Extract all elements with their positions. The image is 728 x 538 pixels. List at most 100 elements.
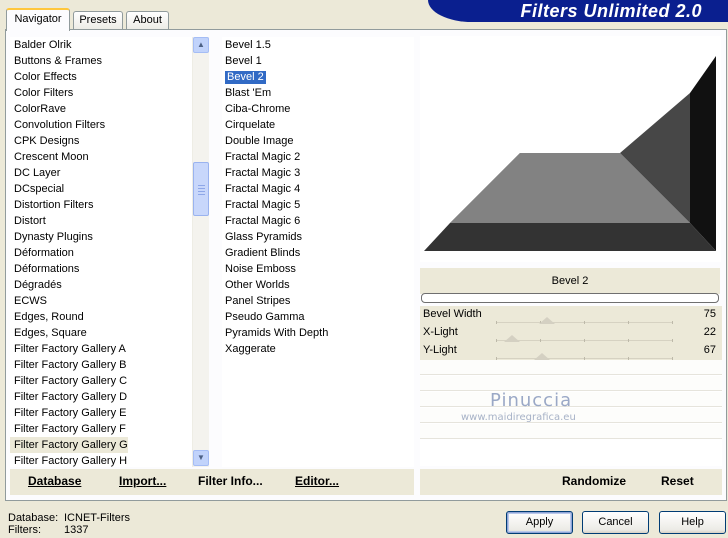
database-value: ICNET-Filters bbox=[64, 512, 130, 524]
filter-item[interactable]: Panel Stripes bbox=[222, 293, 414, 309]
randomize-button[interactable]: Randomize bbox=[562, 474, 626, 488]
category-item[interactable]: DCspecial bbox=[10, 181, 194, 197]
filter-item[interactable]: Pseudo Gamma bbox=[222, 309, 414, 325]
filter-item-label: Fractal Magic 5 bbox=[225, 199, 301, 211]
category-item[interactable]: Color Effects bbox=[10, 69, 194, 85]
filter-item-label: Fractal Magic 3 bbox=[225, 167, 301, 179]
param-slider-thumb[interactable] bbox=[539, 317, 556, 324]
category-item[interactable]: Edges, Round bbox=[10, 309, 194, 325]
filters-count-value: 1337 bbox=[64, 524, 89, 536]
parameter-panel: Bevel Width 75 X-Light 22 Y-Light 67 bbox=[420, 306, 722, 466]
param-row[interactable]: Bevel Width 75 bbox=[420, 306, 722, 324]
filter-item-label: Noise Emboss bbox=[225, 263, 296, 275]
category-item[interactable]: Distort bbox=[10, 213, 194, 229]
filter-item[interactable]: Fractal Magic 4 bbox=[222, 181, 414, 197]
filter-item[interactable]: Fractal Magic 2 bbox=[222, 149, 414, 165]
filters-count-label: Filters: bbox=[8, 524, 41, 536]
category-item[interactable]: Filter Factory Gallery E bbox=[10, 405, 194, 421]
filter-item[interactable]: Blast 'Em bbox=[222, 85, 414, 101]
category-item[interactable]: Distortion Filters bbox=[10, 197, 194, 213]
database-button[interactable]: Database bbox=[28, 474, 81, 488]
filter-item-label: Glass Pyramids bbox=[225, 231, 303, 243]
database-info: Database: ICNET-Filters Filters: 1337 bbox=[8, 512, 130, 536]
param-value: 75 bbox=[703, 308, 716, 320]
filter-item-label: Bevel 1.5 bbox=[225, 39, 271, 51]
category-list[interactable]: Balder Olrik Buttons & Frames Color Effect… bbox=[10, 37, 194, 467]
filter-item[interactable]: Ciba-Chrome bbox=[222, 101, 414, 117]
filter-item[interactable]: Bevel 1 bbox=[222, 53, 414, 69]
scroll-down-button[interactable]: ▼ bbox=[193, 450, 209, 466]
filter-item-label: Gradient Blinds bbox=[225, 247, 301, 259]
param-slider-thumb[interactable] bbox=[503, 335, 520, 342]
filter-title: Bevel 2 bbox=[420, 268, 720, 294]
filter-item-label: Fractal Magic 6 bbox=[225, 215, 301, 227]
reset-button[interactable]: Reset bbox=[661, 474, 694, 488]
filter-item-label: Ciba-Chrome bbox=[225, 103, 291, 115]
category-item[interactable]: Filter Factory Gallery B bbox=[10, 357, 194, 373]
category-item[interactable]: DC Layer bbox=[10, 165, 194, 181]
tab-about[interactable]: About bbox=[126, 11, 169, 30]
category-item[interactable]: Filter Factory Gallery H bbox=[10, 453, 194, 467]
category-item[interactable]: Déformations bbox=[10, 261, 194, 277]
filter-item-label: Bevel 1 bbox=[225, 55, 262, 67]
filter-item[interactable]: Gradient Blinds bbox=[222, 245, 414, 261]
filter-item-label: Bevel 2 bbox=[225, 71, 266, 84]
filter-item[interactable]: Cirquelate bbox=[222, 117, 414, 133]
param-name: Y-Light bbox=[423, 344, 457, 356]
category-item[interactable]: Filter Factory Gallery C bbox=[10, 373, 194, 389]
category-item[interactable]: Crescent Moon bbox=[10, 149, 194, 165]
category-item[interactable]: Dégradés bbox=[10, 277, 194, 293]
filter-item[interactable]: Xaggerate bbox=[222, 341, 414, 357]
category-item[interactable]: ECWS bbox=[10, 293, 194, 309]
cancel-button[interactable]: Cancel bbox=[582, 511, 649, 534]
import-button[interactable]: Import... bbox=[119, 474, 166, 488]
filter-item[interactable]: Fractal Magic 5 bbox=[222, 197, 414, 213]
param-empty-row bbox=[420, 360, 722, 375]
editor-button[interactable]: Editor... bbox=[295, 474, 339, 488]
category-item[interactable]: Edges, Square bbox=[10, 325, 194, 341]
filter-item[interactable]: Fractal Magic 6 bbox=[222, 213, 414, 229]
category-item[interactable]: Filter Factory Gallery A bbox=[10, 341, 194, 357]
category-item[interactable]: Buttons & Frames bbox=[10, 53, 194, 69]
category-item[interactable]: Color Filters bbox=[10, 85, 194, 101]
category-item[interactable]: ColorRave bbox=[10, 101, 194, 117]
filter-item[interactable]: Noise Emboss bbox=[222, 261, 414, 277]
param-empty-row bbox=[420, 376, 722, 391]
category-item[interactable]: Filter Factory Gallery F bbox=[10, 421, 194, 437]
filter-item[interactable]: Double Image bbox=[222, 133, 414, 149]
database-label: Database: bbox=[8, 512, 59, 524]
category-item[interactable]: Dynasty Plugins bbox=[10, 229, 194, 245]
filter-list[interactable]: Bevel 1.5 Bevel 1 Bevel 2 Blast 'Em Ciba-Chr… bbox=[222, 37, 414, 467]
category-item[interactable]: Filter Factory Gallery G bbox=[10, 437, 128, 453]
category-item[interactable]: Déformation bbox=[10, 245, 194, 261]
param-row[interactable]: Y-Light 67 bbox=[420, 342, 722, 360]
category-item[interactable]: CPK Designs bbox=[10, 133, 194, 149]
apply-button[interactable]: Apply bbox=[506, 511, 573, 534]
filter-item-label: Cirquelate bbox=[225, 119, 276, 131]
filter-item[interactable]: Fractal Magic 3 bbox=[222, 165, 414, 181]
filter-item-label: Fractal Magic 4 bbox=[225, 183, 301, 195]
filter-item-label: Double Image bbox=[225, 135, 294, 147]
filter-info-button[interactable]: Filter Info... bbox=[198, 474, 263, 488]
filter-item-label: Xaggerate bbox=[225, 343, 276, 355]
filter-item[interactable]: Bevel 2 bbox=[222, 69, 414, 85]
filter-item[interactable]: Other Worlds bbox=[222, 277, 414, 293]
category-scrollbar[interactable]: ▲ ▼ bbox=[192, 37, 209, 467]
category-item[interactable]: Convolution Filters bbox=[10, 117, 194, 133]
param-slider-thumb[interactable] bbox=[533, 353, 550, 360]
filter-item[interactable]: Bevel 1.5 bbox=[222, 37, 414, 53]
filter-item[interactable]: Pyramids With Depth bbox=[222, 325, 414, 341]
scroll-thumb[interactable] bbox=[193, 162, 209, 216]
param-row[interactable]: X-Light 22 bbox=[420, 324, 722, 342]
category-item[interactable]: Filter Factory Gallery D bbox=[10, 389, 194, 405]
filter-info-label: Filter Info... bbox=[198, 474, 263, 488]
category-item[interactable]: Balder Olrik bbox=[10, 37, 194, 53]
filter-item-label: Pyramids With Depth bbox=[225, 327, 329, 339]
tab-navigator[interactable]: Navigator bbox=[6, 8, 70, 31]
param-empty-row bbox=[420, 424, 722, 439]
scroll-up-button[interactable]: ▲ bbox=[193, 37, 209, 53]
help-button[interactable]: Help bbox=[659, 511, 726, 534]
filter-item[interactable]: Glass Pyramids bbox=[222, 229, 414, 245]
param-value: 67 bbox=[703, 344, 716, 356]
tab-presets[interactable]: Presets bbox=[73, 11, 123, 30]
